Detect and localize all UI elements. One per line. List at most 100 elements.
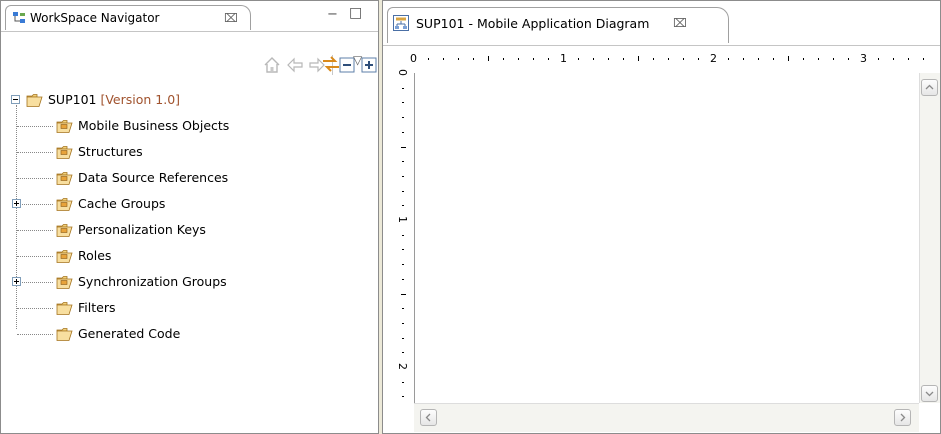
tab-mobile-application-diagram[interactable]: SUP101 - Mobile Application Diagram ⌧: [387, 7, 729, 43]
expand-toggle-icon[interactable]: [12, 199, 21, 208]
diagram-canvas[interactable]: [414, 73, 920, 403]
ruler-tick: [402, 278, 404, 280]
ruler-tick: [728, 58, 729, 60]
ruler-tick: [402, 264, 404, 266]
tree-node-label: Data Source References: [78, 170, 229, 185]
tree-connector-line: [17, 178, 53, 179]
package-folder-icon: [56, 250, 73, 263]
ruler-tick: [402, 190, 404, 192]
scroll-down-button[interactable]: [921, 385, 938, 402]
ruler-tick: [668, 58, 669, 60]
ruler-tick: [548, 58, 549, 60]
ruler-tick: [533, 58, 534, 60]
ruler-tick: [402, 102, 404, 104]
project-version: [Version 1.0]: [100, 92, 181, 107]
ruler-label: 2: [396, 363, 409, 370]
package-folder-icon: [56, 172, 73, 185]
tree-node[interactable]: Synchronization Groups: [1, 269, 376, 295]
package-folder-icon: [56, 120, 73, 133]
ruler-tick: [488, 56, 489, 61]
navigator-icon: [13, 12, 25, 23]
tree-node[interactable]: Filters: [1, 295, 376, 321]
tree-node[interactable]: Generated Code: [1, 321, 376, 347]
ruler-tick: [402, 131, 404, 133]
tree-node-sup101[interactable]: SUP101 [Version 1.0]: [1, 87, 376, 113]
tree-node-label: Mobile Business Objects: [78, 118, 230, 133]
editor-tab-bar: SUP101 - Mobile Application Diagram ⌧: [383, 1, 940, 46]
scroll-left-button[interactable]: [420, 409, 437, 426]
ruler-tick: [893, 58, 894, 60]
tree-node-label: Roles: [78, 248, 112, 263]
tree-node-label: Personalization Keys: [78, 222, 206, 237]
horizontal-scrollbar[interactable]: [414, 403, 919, 432]
back-arrow-icon[interactable]: [286, 57, 304, 73]
ruler-tick: [743, 58, 744, 60]
scroll-up-button[interactable]: [921, 79, 938, 96]
open-folder-icon: [26, 94, 43, 107]
scroll-right-button[interactable]: [894, 409, 911, 426]
diagram-editor-panel: SUP101 - Mobile Application Diagram ⌧ 0 1…: [382, 0, 941, 434]
chevron-up-icon: [925, 84, 934, 90]
ruler-tick: [923, 58, 924, 60]
tree-node[interactable]: Personalization Keys: [1, 217, 376, 243]
maximize-icon[interactable]: □: [349, 5, 362, 21]
ruler-tick: [428, 58, 429, 60]
ruler-tick: [503, 58, 504, 60]
chevron-left-icon: [425, 413, 431, 422]
tree-node[interactable]: Structures: [1, 139, 376, 165]
ruler-tick: [518, 58, 519, 60]
collapse-toggle-icon[interactable]: [11, 95, 20, 104]
tree-connector-line: [17, 204, 53, 205]
tab-workspace-navigator[interactable]: WorkSpace Navigator ⌧: [5, 5, 251, 30]
ruler-tick: [402, 87, 404, 89]
vertical-scrollbar[interactable]: [919, 73, 940, 403]
ruler-tick: [402, 234, 404, 236]
ruler-tick: [698, 58, 699, 60]
tree-node-label: Structures: [78, 144, 143, 159]
expand-all-icon[interactable]: [361, 57, 377, 73]
ruler-tick: [402, 381, 404, 383]
open-folder-icon: [56, 302, 73, 315]
close-icon[interactable]: ⌧: [224, 11, 238, 25]
ruler-tick: [402, 352, 404, 354]
view-menu-icon[interactable]: ▽: [353, 53, 362, 67]
package-folder-icon: [56, 276, 73, 289]
ruler-tick: [803, 58, 804, 60]
minimize-icon[interactable]: −: [327, 7, 338, 22]
tree-connector-line: [17, 282, 53, 283]
ruler-tick: [608, 58, 609, 60]
home-icon[interactable]: [263, 56, 281, 74]
ruler-tick: [623, 58, 624, 60]
tree-node[interactable]: Mobile Business Objects: [1, 113, 376, 139]
ruler-tick: [402, 396, 404, 398]
ruler-tick: [402, 205, 404, 207]
tree-node[interactable]: Roles: [1, 243, 376, 269]
link-with-editor-icon[interactable]: [321, 55, 341, 73]
ruler-tick: [758, 58, 759, 60]
horizontal-ruler: 0 1 2 3: [410, 47, 940, 69]
ruler-label: 0: [410, 52, 417, 65]
tree-connector-line: [17, 256, 53, 257]
expand-toggle-icon[interactable]: [12, 277, 21, 286]
navigator-tab-bar: WorkSpace Navigator ⌧ − □: [1, 1, 378, 32]
package-folder-icon: [56, 224, 73, 237]
tree-node[interactable]: Cache Groups: [1, 191, 376, 217]
tree-connector-line: [17, 126, 53, 127]
chevron-right-icon: [900, 413, 906, 422]
ruler-label: 2: [710, 52, 717, 65]
tree-node-label: Generated Code: [78, 326, 181, 341]
navigator-tree: SUP101 [Version 1.0] Mobile Business Obj…: [1, 87, 378, 433]
close-icon[interactable]: ⌧: [673, 16, 687, 30]
tree-node-label: Cache Groups: [78, 196, 166, 211]
ruler-tick: [878, 58, 879, 60]
tree-node[interactable]: Data Source References: [1, 165, 376, 191]
ruler-label: 3: [860, 52, 867, 65]
tree-label: SUP101 [Version 1.0]: [48, 87, 180, 113]
ruler-tick: [638, 56, 639, 61]
ruler-tick: [848, 58, 849, 60]
workbench: WorkSpace Navigator ⌧ − □ ▽ SUP101 [Vers…: [0, 0, 941, 434]
tree-connector-line: [17, 230, 53, 231]
project-name: SUP101: [48, 92, 97, 107]
ruler-label: 1: [396, 216, 409, 223]
ruler-tick: [402, 249, 404, 251]
